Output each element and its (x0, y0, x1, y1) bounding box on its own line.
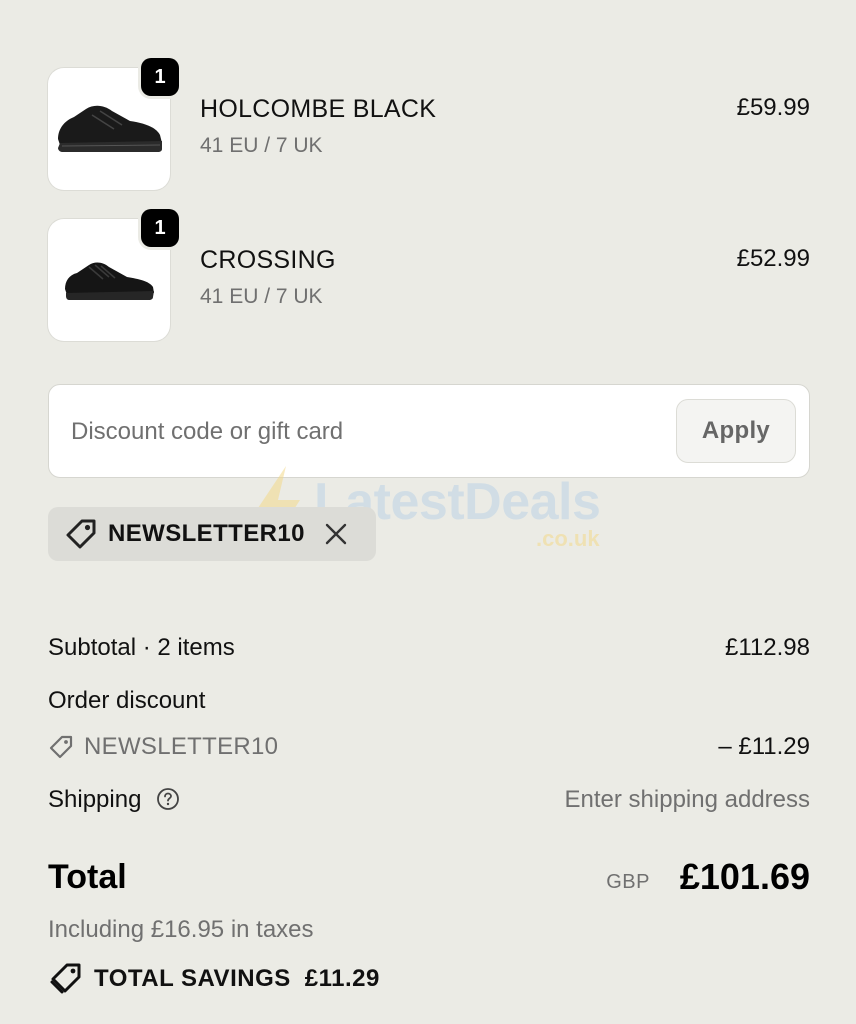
tag-icon (49, 735, 73, 759)
order-discount-value: – £11.29 (718, 733, 810, 760)
shipping-value: Enter shipping address (564, 786, 810, 813)
total-label: Total (48, 858, 127, 896)
taxes-note: Including £16.95 in taxes (48, 916, 314, 943)
tag-icon (66, 519, 96, 549)
product-name: HOLCOMBE BLACK (200, 95, 437, 123)
currency-code: GBP (606, 871, 650, 893)
total-savings: TOTAL SAVINGS £11.29 (48, 962, 380, 996)
watermark-domain: .co.uk (536, 526, 600, 551)
savings-value: £11.29 (304, 965, 380, 992)
help-icon[interactable] (156, 787, 180, 811)
product-name: CROSSING (200, 246, 336, 274)
product-variant: 41 EU / 7 UK (200, 285, 323, 308)
order-discount-code: NEWSLETTER10 (48, 733, 278, 761)
product-price: £52.99 (736, 245, 810, 272)
tags-icon (50, 963, 81, 994)
product-price: £59.99 (736, 94, 810, 121)
shipping-row: Shipping (48, 786, 180, 814)
quantity-badge: 1 (141, 58, 179, 96)
order-discount-code-label: NEWSLETTER10 (84, 733, 279, 760)
line-item: 1 HOLCOMBE BLACK 41 EU / 7 UK £59.99 (48, 58, 810, 190)
savings-label: TOTAL SAVINGS (94, 965, 291, 992)
order-discount-label: Order discount (48, 687, 206, 714)
subtotal-value: £112.98 (725, 634, 810, 661)
discount-form: Apply (48, 384, 810, 478)
line-item: 1 CROSSING 41 EU / 7 UK £52.99 (48, 209, 810, 341)
discount-code-input[interactable] (69, 407, 653, 457)
apply-button[interactable]: Apply (676, 399, 796, 463)
close-icon[interactable] (323, 521, 349, 547)
black-leather-sneaker-image (58, 105, 162, 152)
applied-discount-chip: NEWSLETTER10 (48, 507, 376, 561)
quantity-badge: 1 (141, 209, 179, 247)
total-value: £101.69 (679, 856, 810, 897)
product-variant: 41 EU / 7 UK (200, 134, 323, 157)
applied-code-label: NEWSLETTER10 (108, 520, 305, 547)
black-mesh-sneaker-image (65, 262, 154, 300)
subtotal-label: Subtotal · 2 items (48, 634, 235, 661)
shipping-label: Shipping (48, 786, 142, 813)
